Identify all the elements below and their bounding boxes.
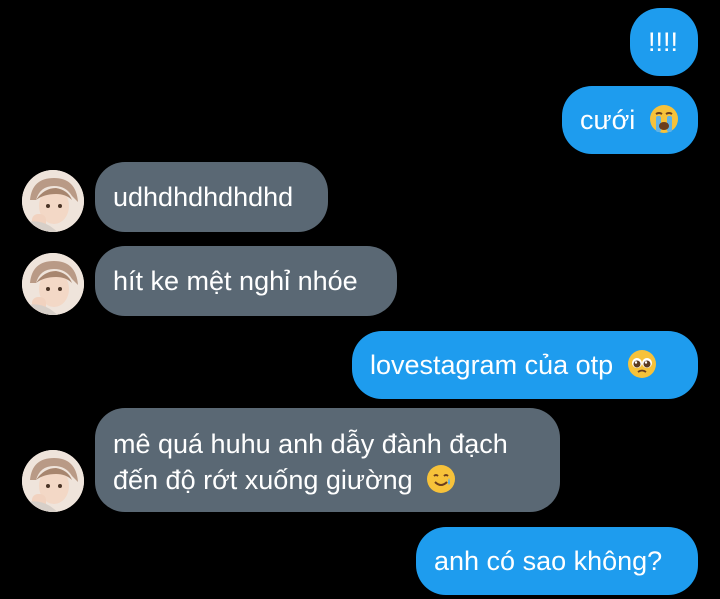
message-text: lovestagram của otp xyxy=(370,350,614,380)
contact-avatar[interactable] xyxy=(22,170,84,232)
smiling-face-with-tear-icon xyxy=(427,465,456,493)
outgoing-message-bubble[interactable]: !!!! xyxy=(630,8,698,76)
message-text: đến độ rớt xuống giường xyxy=(113,465,413,495)
message-text: udhdhdhdhdhd xyxy=(113,182,294,212)
incoming-message-bubble[interactable]: mê quá huhu anh dẫy đành đạch đến độ rớt… xyxy=(95,408,560,512)
outgoing-message-bubble[interactable]: lovestagram của otp xyxy=(352,331,698,399)
contact-avatar[interactable] xyxy=(22,253,84,315)
message-text-line: mê quá huhu anh dẫy đành đạch xyxy=(113,429,508,459)
incoming-message-bubble[interactable]: hít ke mệt nghỉ nhóe xyxy=(95,246,397,316)
message-text-line-2: đến độ rớt xuống giường xyxy=(113,462,560,498)
avatar-image xyxy=(22,450,84,512)
message-text: anh có sao không? xyxy=(434,546,663,576)
avatar-image xyxy=(22,170,84,232)
message-text: hít ke mệt nghỉ nhóe xyxy=(113,266,358,296)
pleading-face-icon xyxy=(627,350,656,378)
outgoing-message-bubble[interactable]: cưới xyxy=(562,86,698,154)
loudly-crying-face-icon xyxy=(649,105,678,133)
incoming-message-bubble[interactable]: udhdhdhdhdhd xyxy=(95,162,328,232)
message-text: cưới xyxy=(580,105,636,135)
message-text: !!!! xyxy=(648,27,679,57)
contact-avatar[interactable] xyxy=(22,450,84,512)
avatar-image xyxy=(22,253,84,315)
outgoing-message-bubble[interactable]: anh có sao không? xyxy=(416,527,698,595)
chat-thread: !!!! cưới udhdhdhdhdhd hít ke mệt nghỉ n… xyxy=(0,0,720,599)
